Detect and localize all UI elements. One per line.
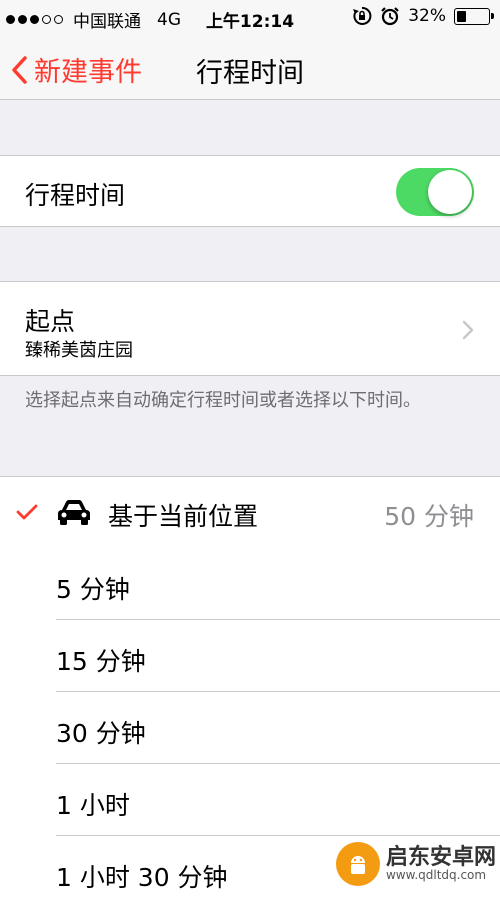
checkmark-icon bbox=[16, 504, 38, 520]
watermark-url: www.qdltdq.com bbox=[385, 868, 487, 883]
watermark: 启东安卓网 www.qdltdq.com bbox=[335, 842, 496, 886]
option-5-min[interactable]: 5 分钟 bbox=[0, 548, 500, 620]
watermark-name: 启东安卓网 bbox=[385, 845, 496, 871]
status-right: 32% bbox=[352, 6, 494, 26]
travel-time-label: 行程时间 bbox=[25, 181, 126, 210]
navigation-bar: 新建事件 行程时间 bbox=[0, 36, 500, 100]
chevron-right-icon bbox=[462, 320, 474, 340]
option-label: 30 分钟 bbox=[56, 719, 146, 748]
battery-icon bbox=[454, 7, 494, 25]
travel-time-switch[interactable] bbox=[396, 168, 474, 216]
origin-value: 臻稀美茵庄园 bbox=[25, 340, 133, 361]
option-current-location[interactable]: 基于当前位置 50 分钟 bbox=[0, 476, 500, 549]
travel-time-toggle-row: 行程时间 bbox=[0, 155, 500, 227]
option-label: 1 小时 bbox=[56, 791, 130, 820]
alarm-clock-icon bbox=[381, 7, 399, 26]
origin-row[interactable]: 起点 臻稀美茵庄园 bbox=[0, 281, 500, 376]
rotation-lock-icon bbox=[353, 6, 372, 25]
battery-fill bbox=[457, 10, 466, 22]
battery-percent: 32% bbox=[408, 6, 446, 26]
car-icon bbox=[58, 500, 90, 525]
option-15-min[interactable]: 15 分钟 bbox=[0, 620, 500, 692]
switch-knob bbox=[428, 170, 472, 214]
origin-label: 起点 bbox=[25, 307, 76, 336]
option-30-min[interactable]: 30 分钟 bbox=[0, 692, 500, 764]
page-title: 行程时间 bbox=[196, 58, 304, 89]
watermark-logo-icon bbox=[335, 842, 380, 886]
option-1-hour[interactable]: 1 小时 bbox=[0, 764, 500, 836]
option-current-location-label: 基于当前位置 bbox=[108, 502, 259, 531]
option-label: 15 分钟 bbox=[56, 647, 146, 676]
android-icon bbox=[350, 856, 365, 874]
watermark-text: 启东安卓网 www.qdltdq.com bbox=[386, 846, 496, 882]
option-label: 1 小时 30 分钟 bbox=[56, 863, 228, 892]
option-label: 5 分钟 bbox=[56, 575, 130, 604]
section-footnote: 选择起点来自动确定行程时间或者选择以下时间。 bbox=[25, 390, 421, 411]
battery-nub bbox=[491, 12, 494, 19]
status-bar: 中国联通 4G 上午12:14 32% bbox=[0, 0, 500, 36]
option-current-location-value: 50 分钟 bbox=[384, 502, 474, 531]
